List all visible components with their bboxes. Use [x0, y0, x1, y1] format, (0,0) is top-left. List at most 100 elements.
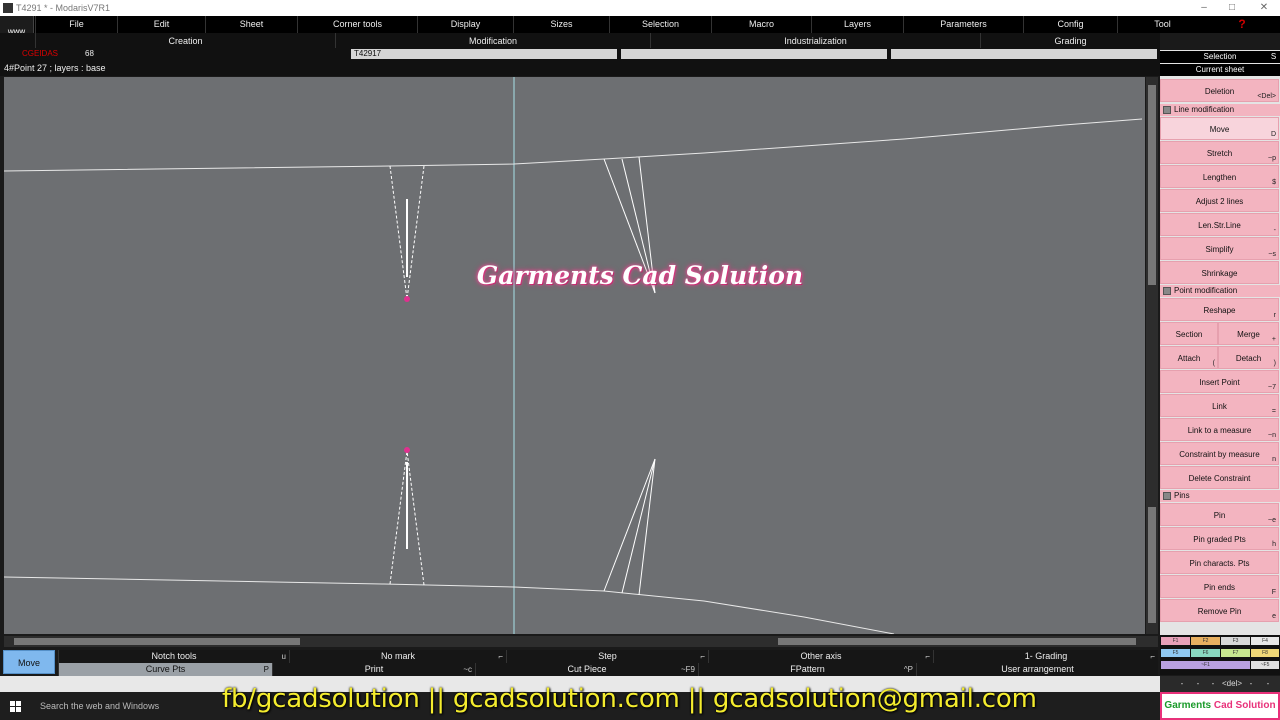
menu-selection[interactable]: Selection	[609, 16, 711, 33]
fpattern-button[interactable]: FPattern ^P	[698, 663, 916, 676]
no-mark-button[interactable]: No mark ⌐	[289, 650, 506, 663]
mode-grading[interactable]: Grading	[980, 33, 1160, 49]
edit-field-4[interactable]	[891, 49, 1157, 59]
move-button[interactable]: Move	[3, 650, 55, 674]
len-str-line-button[interactable]: Len.Str.Line -	[1160, 213, 1279, 236]
stretch-button[interactable]: Stretch ~p	[1160, 141, 1279, 164]
selection-header[interactable]: Selection	[1160, 51, 1280, 63]
grade-key-f4[interactable]: F4	[1251, 637, 1279, 645]
shrinkage-button[interactable]: Shrinkage	[1160, 261, 1279, 284]
current-sheet-header[interactable]: Current sheet	[1160, 64, 1280, 76]
bottom-key-3[interactable]: -	[1206, 676, 1220, 692]
grade-key-f6[interactable]: F6	[1191, 649, 1220, 657]
upper-contour-line[interactable]	[4, 118, 1143, 172]
bottom-key-2[interactable]: -	[1188, 676, 1208, 692]
attach-button[interactable]: Attach(	[1160, 346, 1218, 369]
menu-corner-tools[interactable]: Corner tools	[297, 16, 417, 33]
bottom-key-5[interactable]: -	[1244, 676, 1258, 692]
menu-sheet[interactable]: Sheet	[205, 16, 297, 33]
minimize-icon[interactable]: –	[1190, 0, 1218, 16]
social-overlay-text: fb/gcadsolution || gcadsolution.com || g…	[222, 684, 1037, 714]
vertical-scrollbar[interactable]	[1146, 77, 1158, 634]
mode-industrialization[interactable]: Industrialization	[650, 33, 980, 49]
pattern-drawing[interactable]	[4, 77, 1145, 634]
vscroll-thumb-lower[interactable]	[1148, 507, 1156, 623]
grade-key-shift-f1[interactable]: ~F1	[1161, 661, 1250, 669]
menu-display[interactable]: Display	[417, 16, 513, 33]
pin-button[interactable]: Pin ~e	[1160, 503, 1279, 526]
horizontal-scrollbar[interactable]	[4, 636, 1158, 647]
menu-sizes[interactable]: Sizes	[513, 16, 609, 33]
lengthen-button[interactable]: Lengthen $	[1160, 165, 1279, 188]
line-modification-section[interactable]: Line modification	[1160, 104, 1280, 116]
grade-key-f8[interactable]: F8	[1251, 649, 1279, 657]
grade-key-f3[interactable]: F3	[1221, 637, 1250, 645]
cut-piece-button[interactable]: Cut Piece ~F9	[475, 663, 698, 676]
hscroll-thumb-right[interactable]	[778, 638, 1136, 645]
section-checkbox-icon[interactable]	[1163, 492, 1171, 500]
constraint-by-measure-button[interactable]: Constraint by measure n	[1160, 442, 1279, 465]
watermark-text: Garments Cad Solution	[476, 261, 804, 290]
mode-creation[interactable]: Creation	[35, 33, 335, 49]
section-checkbox-icon[interactable]	[1163, 106, 1171, 114]
reshape-button[interactable]: Reshape r	[1160, 298, 1279, 321]
pin-ends-button[interactable]: Pin ends F	[1160, 575, 1279, 598]
edit-field-3[interactable]	[621, 49, 887, 59]
menu-tool[interactable]: Tool	[1117, 16, 1207, 33]
point-modification-section[interactable]: Point modification	[1160, 285, 1280, 297]
mode-modification[interactable]: Modification	[335, 33, 650, 49]
section-button[interactable]: Section	[1160, 322, 1218, 345]
section-checkbox-icon[interactable]	[1163, 287, 1171, 295]
menu-edit[interactable]: Edit	[117, 16, 205, 33]
insert-point-button[interactable]: Insert Point ~7	[1160, 370, 1279, 393]
lower-dart-left[interactable]	[389, 447, 425, 586]
taskbar-search[interactable]: Search the web and Windows	[40, 692, 159, 720]
grading-mode-button[interactable]: 1- Grading ⌐	[933, 650, 1158, 663]
pin-graded-pts-button[interactable]: Pin graded Pts h	[1160, 527, 1279, 550]
close-icon[interactable]: ✕	[1250, 0, 1278, 16]
move-line-button[interactable]: Move D	[1160, 117, 1279, 140]
lower-contour-line[interactable]	[4, 576, 895, 634]
help-icon[interactable]: ?	[1234, 16, 1250, 33]
deletion-button[interactable]: Deletion <Del>	[1160, 79, 1279, 102]
pins-section[interactable]: Pins	[1160, 490, 1280, 502]
vscroll-thumb[interactable]	[1148, 85, 1156, 285]
grade-key-f2[interactable]: F2	[1191, 637, 1220, 645]
grade-key-f5[interactable]: F5	[1161, 649, 1190, 657]
adjust-2-lines-button[interactable]: Adjust 2 lines	[1160, 189, 1279, 212]
menu-layers[interactable]: Layers	[811, 16, 903, 33]
bottom-key-6[interactable]: -	[1260, 676, 1276, 692]
current-size-label: CGEIDAS	[22, 49, 59, 58]
menu-macro[interactable]: Macro	[711, 16, 811, 33]
grade-key-shift-f5[interactable]: ~F5	[1251, 661, 1279, 669]
menu-file[interactable]: File	[35, 16, 117, 33]
maximize-icon[interactable]: □	[1218, 0, 1246, 16]
grade-key-f1[interactable]: F1	[1161, 637, 1190, 645]
piece-name-field[interactable]: T42917	[351, 49, 617, 59]
simplify-button[interactable]: Simplify ~s	[1160, 237, 1279, 260]
remove-pin-button[interactable]: Remove Pin e	[1160, 599, 1279, 622]
grade-key-f7[interactable]: F7	[1221, 649, 1250, 657]
menu-parameters[interactable]: Parameters	[903, 16, 1023, 33]
selection-key: S	[1270, 52, 1277, 61]
print-button[interactable]: Print ~c	[272, 663, 475, 676]
hscroll-thumb-left[interactable]	[14, 638, 300, 645]
windows-start-icon[interactable]	[10, 701, 22, 713]
pin-characts-pts-button[interactable]: Pin characts. Pts	[1160, 551, 1279, 574]
other-axis-button[interactable]: Other axis ⌐	[708, 650, 933, 663]
window-title: T4291 * - ModarisV7R1	[16, 3, 111, 13]
delete-constraint-button[interactable]: Delete Constraint	[1160, 466, 1279, 489]
bottom-key-del[interactable]: <del>	[1221, 676, 1243, 692]
drawing-canvas[interactable]	[4, 77, 1145, 634]
link-button[interactable]: Link =	[1160, 394, 1279, 417]
size-field[interactable]: 68	[82, 49, 334, 59]
user-arrangement-button[interactable]: User arrangement	[916, 663, 1158, 676]
lower-dart-right[interactable]	[603, 458, 656, 596]
merge-button[interactable]: Merge +	[1218, 322, 1279, 345]
detach-button[interactable]: Detach)	[1218, 346, 1279, 369]
curve-pts-button[interactable]: Curve Pts P	[58, 663, 272, 676]
menu-config[interactable]: Config	[1023, 16, 1117, 33]
link-to-measure-button[interactable]: Link to a measure ~n	[1160, 418, 1279, 441]
notch-tools-button[interactable]: Notch tools u	[58, 650, 289, 663]
step-button[interactable]: Step ⌐	[506, 650, 708, 663]
